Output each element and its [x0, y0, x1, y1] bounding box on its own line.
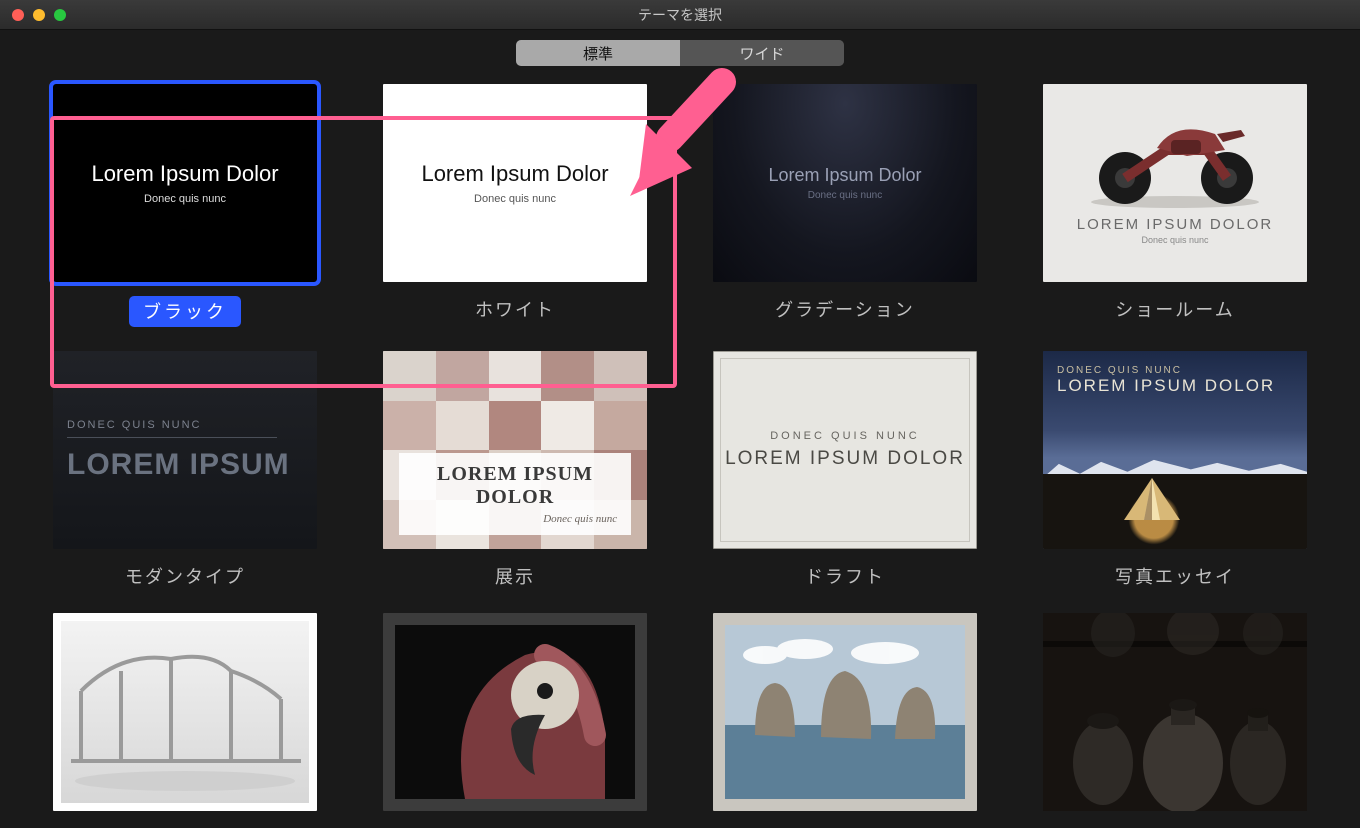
theme-thumb-draft[interactable]: DONEC QUIS NUNC LOREM IPSUM DOLOR: [713, 351, 977, 549]
theme-label: ブラック: [129, 296, 241, 327]
thumb-heading: LOREM IPSUM DOLOR: [413, 463, 617, 509]
theme-black[interactable]: Lorem Ipsum Dolor Donec quis nunc ブラック: [50, 84, 320, 327]
thumb-heading: LOREM IPSUM DOLOR: [725, 448, 965, 470]
theme-grid: Lorem Ipsum Dolor Donec quis nunc ブラック L…: [30, 84, 1330, 811]
theme-row3-c[interactable]: [710, 613, 980, 811]
thumb-sub: DONEC QUIS NUNC: [770, 430, 920, 442]
thumb-heading: Lorem Ipsum Dolor: [768, 165, 921, 186]
theme-thumb-gradient[interactable]: Lorem Ipsum Dolor Donec quis nunc: [713, 84, 977, 282]
theme-thumb[interactable]: [53, 613, 317, 811]
theme-photoessay[interactable]: DONEC QUIS NUNC LOREM IPSUM DOLOR 写真エッセイ: [1040, 351, 1310, 589]
theme-thumb-modern[interactable]: DONEC QUIS NUNC LOREM IPSUM: [53, 351, 317, 549]
theme-label: 展示: [495, 563, 535, 589]
thumb-sub: Donec quis nunc: [474, 193, 556, 205]
theme-thumb-black[interactable]: Lorem Ipsum Dolor Donec quis nunc: [53, 84, 317, 282]
zoom-icon[interactable]: [54, 9, 66, 21]
thumb-panel: LOREM IPSUM DOLOR Donec quis nunc: [399, 453, 631, 535]
thumb-heading: Lorem Ipsum Dolor: [421, 161, 608, 187]
thumb-sub: DONEC QUIS NUNC: [1057, 365, 1293, 376]
window-controls: [0, 9, 66, 21]
bridge-icon: [61, 621, 309, 803]
theme-thumb[interactable]: [383, 613, 647, 811]
thumb-heading: LOREM IPSUM: [67, 448, 317, 482]
thumb-sub: Donec quis nunc: [1141, 235, 1208, 245]
segment-standard[interactable]: 標準: [516, 40, 680, 66]
theme-row3-b[interactable]: [380, 613, 650, 811]
parrot-icon: [395, 625, 635, 799]
theme-white[interactable]: Lorem Ipsum Dolor Donec quis nunc ホワイト: [380, 84, 650, 327]
theme-label: モダンタイプ: [125, 563, 245, 589]
thumb-sub: Donec quis nunc: [144, 193, 226, 205]
theme-draft[interactable]: DONEC QUIS NUNC LOREM IPSUM DOLOR ドラフト: [710, 351, 980, 589]
aspect-segmented-bar: 標準 ワイド: [0, 30, 1360, 74]
thumb-sub: DONEC QUIS NUNC: [67, 419, 317, 431]
theme-label: ドラフト: [805, 563, 885, 589]
divider: [67, 437, 277, 438]
minimize-icon[interactable]: [33, 9, 45, 21]
theme-thumb-photoessay[interactable]: DONEC QUIS NUNC LOREM IPSUM DOLOR: [1043, 351, 1307, 549]
theme-label: 写真エッセイ: [1115, 563, 1235, 589]
theme-thumb-white[interactable]: Lorem Ipsum Dolor Donec quis nunc: [383, 84, 647, 282]
theme-grid-wrap: Lorem Ipsum Dolor Donec quis nunc ブラック L…: [0, 74, 1360, 828]
titlebar: テーマを選択: [0, 0, 1360, 30]
theme-thumb-showroom[interactable]: LOREM IPSUM DOLOR Donec quis nunc: [1043, 84, 1307, 282]
window-title: テーマを選択: [0, 5, 1360, 25]
theme-label: ショールーム: [1115, 296, 1234, 322]
theme-row3-d[interactable]: [1040, 613, 1310, 811]
theme-label: ホワイト: [475, 296, 555, 322]
segment-wide[interactable]: ワイド: [680, 40, 844, 66]
theme-label: グラデーション: [775, 296, 915, 322]
thumb-sub: Donec quis nunc: [413, 513, 617, 525]
theme-thumb[interactable]: [1043, 613, 1307, 811]
theme-gradient[interactable]: Lorem Ipsum Dolor Donec quis nunc グラデーショ…: [710, 84, 980, 327]
theme-exhibit[interactable]: LOREM IPSUM DOLOR Donec quis nunc 展示: [380, 351, 650, 589]
thumb-heading: Lorem Ipsum Dolor: [91, 161, 278, 187]
seastacks-icon: [725, 625, 965, 799]
theme-showroom[interactable]: LOREM IPSUM DOLOR Donec quis nunc ショールーム: [1040, 84, 1310, 327]
theme-thumb-exhibit[interactable]: LOREM IPSUM DOLOR Donec quis nunc: [383, 351, 647, 549]
pottery-icon: [1043, 613, 1307, 811]
aspect-segmented: 標準 ワイド: [516, 40, 844, 66]
motorcycle-icon: [1075, 100, 1275, 210]
thumb-heading: LOREM IPSUM DOLOR: [1077, 216, 1274, 233]
theme-thumb[interactable]: [713, 613, 977, 811]
close-icon[interactable]: [12, 9, 24, 21]
theme-modern[interactable]: DONEC QUIS NUNC LOREM IPSUM モダンタイプ: [50, 351, 320, 589]
thumb-heading: LOREM IPSUM DOLOR: [1057, 376, 1293, 396]
tent-icon: [1122, 476, 1182, 522]
thumb-sub: Donec quis nunc: [808, 190, 883, 201]
theme-row3-a[interactable]: [50, 613, 320, 811]
